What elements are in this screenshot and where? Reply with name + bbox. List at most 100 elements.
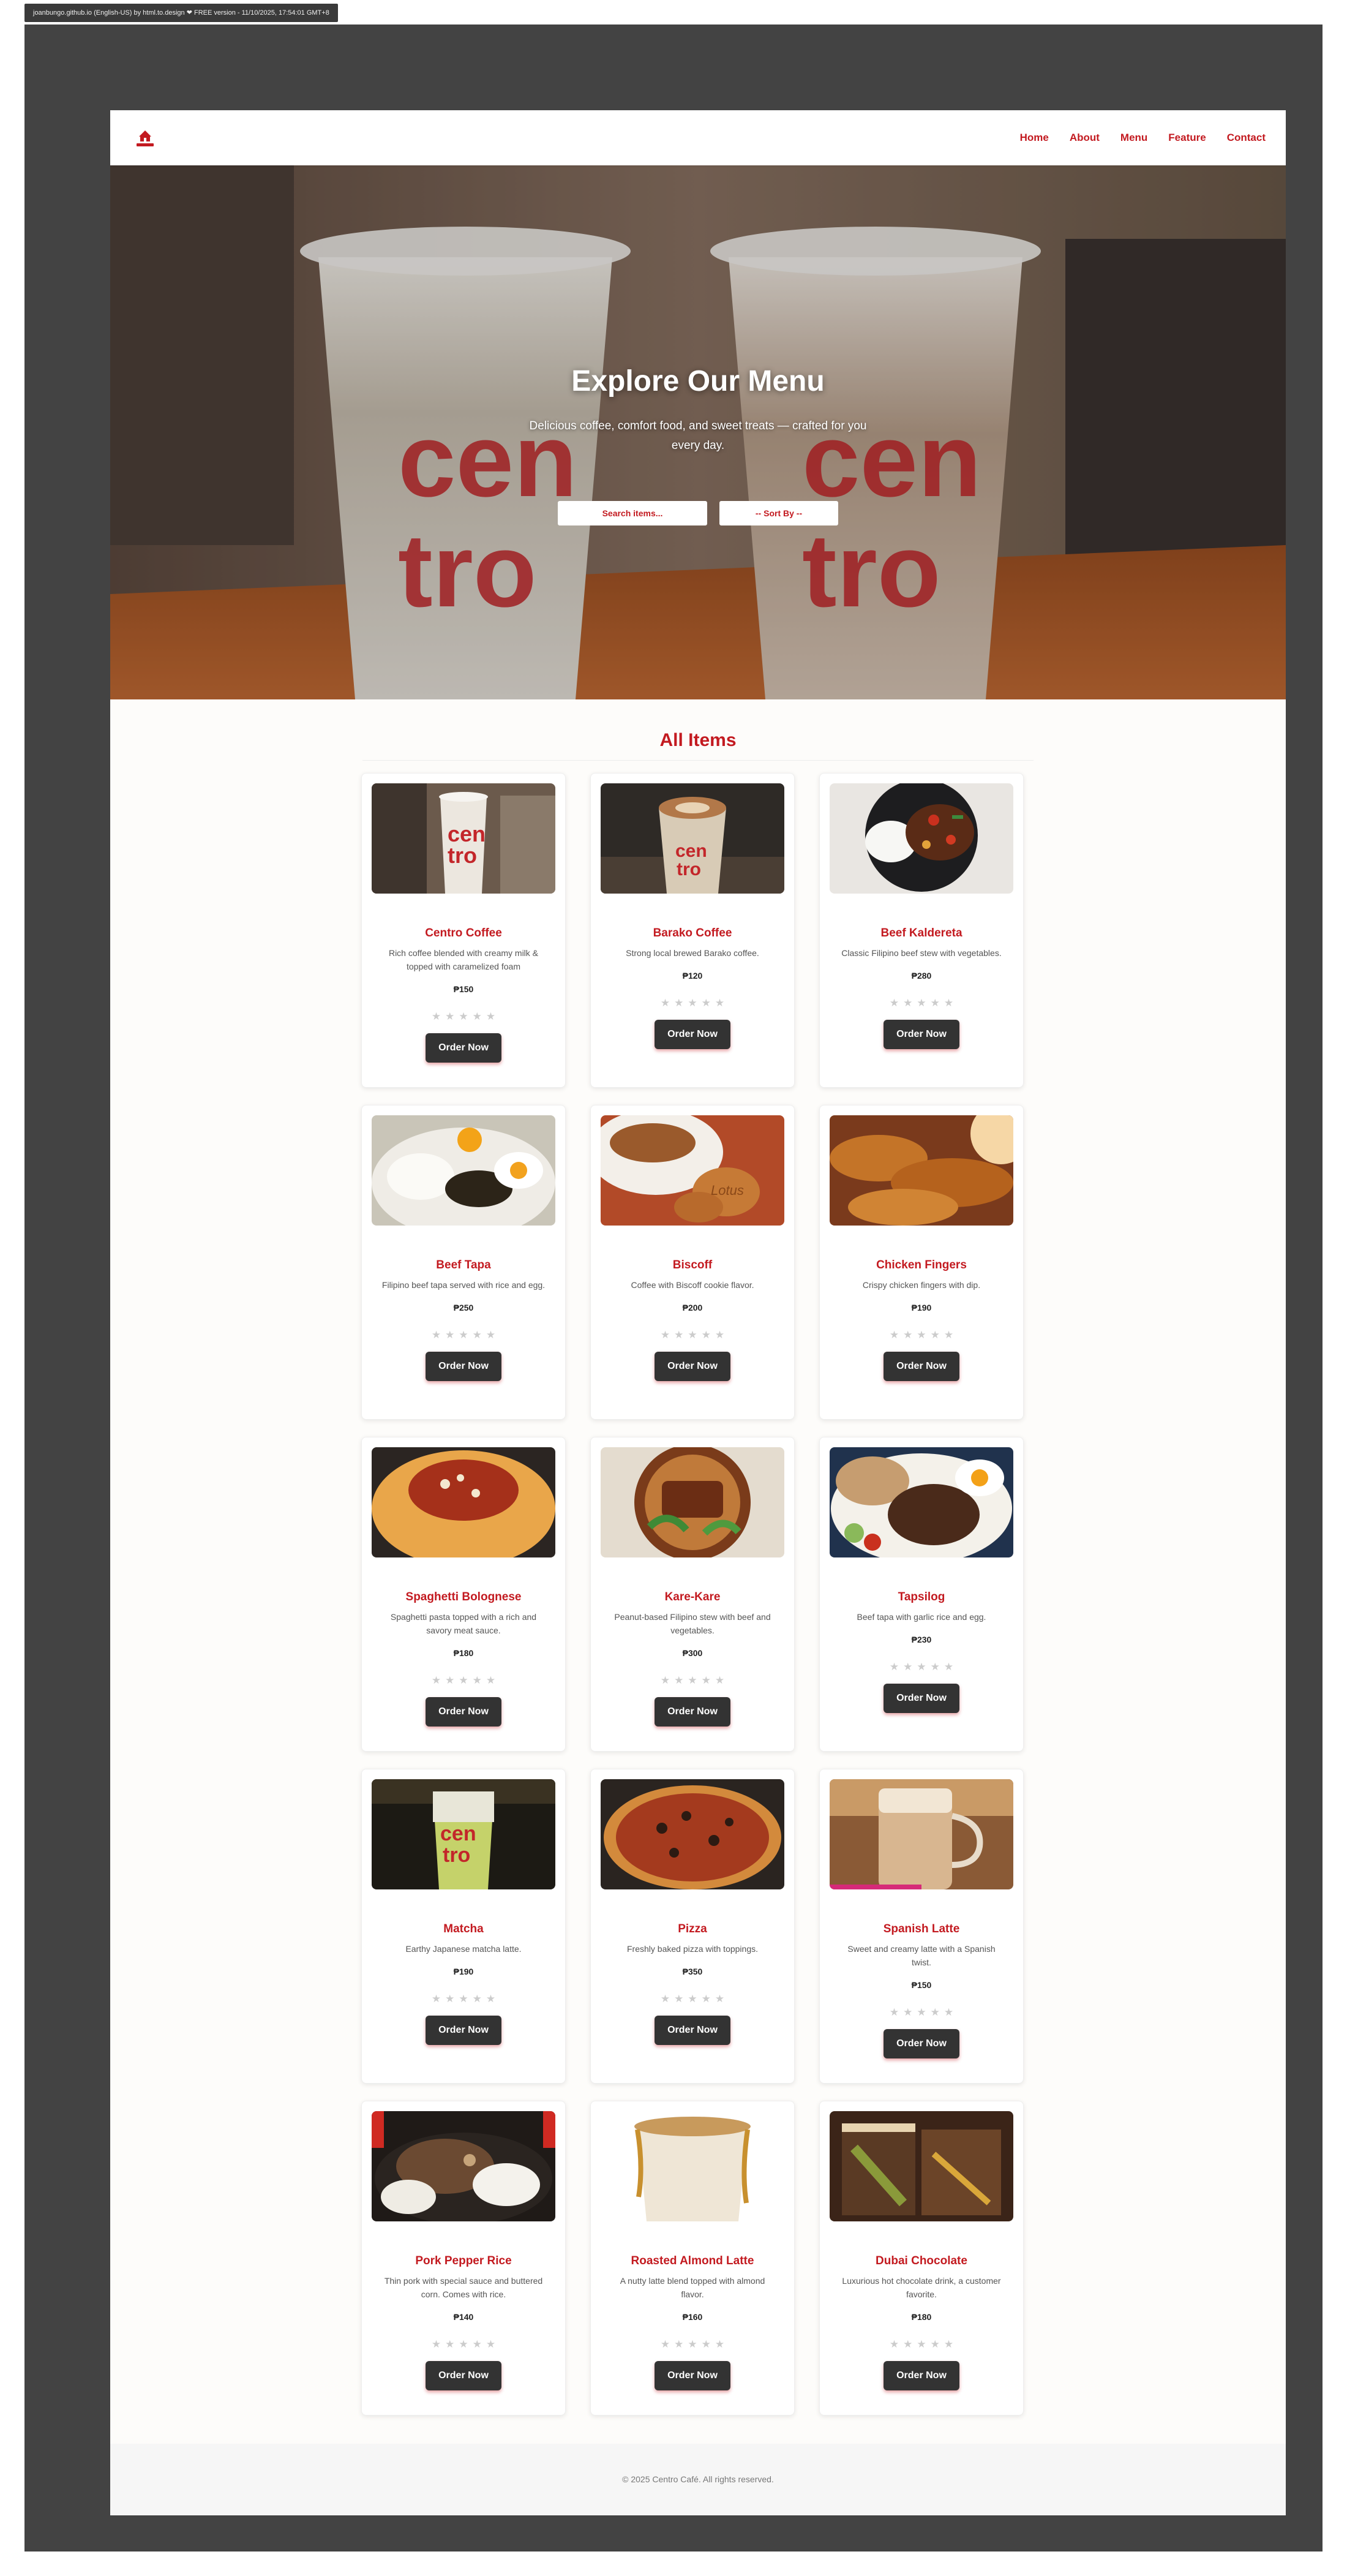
star-icon[interactable]: ★ <box>674 1330 683 1341</box>
star-icon[interactable]: ★ <box>445 1994 454 2005</box>
star-icon[interactable]: ★ <box>661 1675 670 1686</box>
nav-home-link[interactable]: Home <box>1020 132 1049 144</box>
star-icon[interactable]: ★ <box>890 2339 899 2350</box>
star-icon[interactable]: ★ <box>486 1330 495 1341</box>
menu-item-price: ₱120 <box>682 971 703 981</box>
star-icon[interactable]: ★ <box>473 1330 482 1341</box>
star-icon[interactable]: ★ <box>459 1011 468 1022</box>
star-icon[interactable]: ★ <box>688 1330 697 1341</box>
star-icon[interactable]: ★ <box>917 1662 926 1673</box>
order-now-button[interactable]: Order Now <box>426 2361 501 2390</box>
star-icon[interactable]: ★ <box>688 998 697 1009</box>
order-now-button[interactable]: Order Now <box>655 1020 730 1049</box>
star-icon[interactable]: ★ <box>674 1675 683 1686</box>
star-icon[interactable]: ★ <box>445 1011 454 1022</box>
star-icon[interactable]: ★ <box>459 2339 468 2350</box>
order-now-button[interactable]: Order Now <box>426 2016 501 2045</box>
order-now-button[interactable]: Order Now <box>884 1020 959 1049</box>
order-now-button[interactable]: Order Now <box>884 2029 959 2058</box>
star-icon[interactable]: ★ <box>702 2339 711 2350</box>
star-icon[interactable]: ★ <box>661 998 670 1009</box>
star-icon[interactable]: ★ <box>459 1994 468 2005</box>
star-icon[interactable]: ★ <box>944 1662 953 1673</box>
star-icon[interactable]: ★ <box>890 2007 899 2018</box>
star-icon[interactable]: ★ <box>674 1994 683 2005</box>
star-icon[interactable]: ★ <box>432 1994 441 2005</box>
star-icon[interactable]: ★ <box>917 2007 926 2018</box>
order-now-button[interactable]: Order Now <box>884 2361 959 2390</box>
star-icon[interactable]: ★ <box>702 998 711 1009</box>
star-icon[interactable]: ★ <box>917 1330 926 1341</box>
star-icon[interactable]: ★ <box>917 998 926 1009</box>
star-icon[interactable]: ★ <box>459 1330 468 1341</box>
star-icon[interactable]: ★ <box>944 2007 953 2018</box>
menu-card: cen tro Matcha Earthy Japanese matcha lat… <box>361 1769 566 2084</box>
star-icon[interactable]: ★ <box>931 1662 940 1673</box>
star-icon[interactable]: ★ <box>486 1994 495 2005</box>
nav-feature-link[interactable]: Feature <box>1168 132 1206 144</box>
sort-select[interactable]: -- Sort By -- <box>719 501 838 525</box>
star-icon[interactable]: ★ <box>661 1994 670 2005</box>
star-icon[interactable]: ★ <box>688 1994 697 2005</box>
star-icon[interactable]: ★ <box>903 2339 912 2350</box>
centro-logo-icon[interactable] <box>132 127 158 149</box>
star-icon[interactable]: ★ <box>702 1994 711 2005</box>
star-icon[interactable]: ★ <box>890 1330 899 1341</box>
star-icon[interactable]: ★ <box>931 2007 940 2018</box>
star-icon[interactable]: ★ <box>661 1330 670 1341</box>
order-now-button[interactable]: Order Now <box>426 1697 501 1727</box>
star-icon[interactable]: ★ <box>688 2339 697 2350</box>
order-now-button[interactable]: Order Now <box>655 1697 730 1727</box>
star-icon[interactable]: ★ <box>674 2339 683 2350</box>
nav-contact-link[interactable]: Contact <box>1227 132 1266 144</box>
star-icon[interactable]: ★ <box>486 2339 495 2350</box>
star-icon[interactable]: ★ <box>473 1994 482 2005</box>
star-icon[interactable]: ★ <box>432 2339 441 2350</box>
star-icon[interactable]: ★ <box>432 1675 441 1686</box>
star-icon[interactable]: ★ <box>890 998 899 1009</box>
order-now-button[interactable]: Order Now <box>426 1033 501 1063</box>
star-icon[interactable]: ★ <box>715 1994 724 2005</box>
nav-about-link[interactable]: About <box>1070 132 1100 144</box>
nav-menu-link[interactable]: Menu <box>1120 132 1147 144</box>
star-icon[interactable]: ★ <box>445 1330 454 1341</box>
order-now-button[interactable]: Order Now <box>884 1684 959 1713</box>
star-icon[interactable]: ★ <box>903 1330 912 1341</box>
order-now-button[interactable]: Order Now <box>655 2016 730 2045</box>
star-icon[interactable]: ★ <box>486 1011 495 1022</box>
search-input[interactable] <box>558 501 707 525</box>
star-icon[interactable]: ★ <box>473 2339 482 2350</box>
star-icon[interactable]: ★ <box>903 2007 912 2018</box>
star-icon[interactable]: ★ <box>473 1675 482 1686</box>
star-icon[interactable]: ★ <box>445 1675 454 1686</box>
star-icon[interactable]: ★ <box>917 2339 926 2350</box>
order-now-button[interactable]: Order Now <box>426 1352 501 1381</box>
star-icon[interactable]: ★ <box>715 1675 724 1686</box>
star-icon[interactable]: ★ <box>715 998 724 1009</box>
star-icon[interactable]: ★ <box>702 1330 711 1341</box>
star-icon[interactable]: ★ <box>432 1330 441 1341</box>
star-icon[interactable]: ★ <box>459 1675 468 1686</box>
star-icon[interactable]: ★ <box>903 1662 912 1673</box>
star-icon[interactable]: ★ <box>931 1330 940 1341</box>
star-icon[interactable]: ★ <box>661 2339 670 2350</box>
star-icon[interactable]: ★ <box>903 998 912 1009</box>
star-icon[interactable]: ★ <box>674 998 683 1009</box>
star-icon[interactable]: ★ <box>688 1675 697 1686</box>
star-icon[interactable]: ★ <box>931 2339 940 2350</box>
star-icon[interactable]: ★ <box>944 998 953 1009</box>
star-icon[interactable]: ★ <box>473 1011 482 1022</box>
star-icon[interactable]: ★ <box>715 1330 724 1341</box>
star-icon[interactable]: ★ <box>715 2339 724 2350</box>
order-now-button[interactable]: Order Now <box>655 1352 730 1381</box>
star-icon[interactable]: ★ <box>944 1330 953 1341</box>
star-icon[interactable]: ★ <box>432 1011 441 1022</box>
order-now-button[interactable]: Order Now <box>884 1352 959 1381</box>
star-icon[interactable]: ★ <box>445 2339 454 2350</box>
star-icon[interactable]: ★ <box>702 1675 711 1686</box>
star-icon[interactable]: ★ <box>486 1675 495 1686</box>
star-icon[interactable]: ★ <box>944 2339 953 2350</box>
star-icon[interactable]: ★ <box>890 1662 899 1673</box>
star-icon[interactable]: ★ <box>931 998 940 1009</box>
order-now-button[interactable]: Order Now <box>655 2361 730 2390</box>
